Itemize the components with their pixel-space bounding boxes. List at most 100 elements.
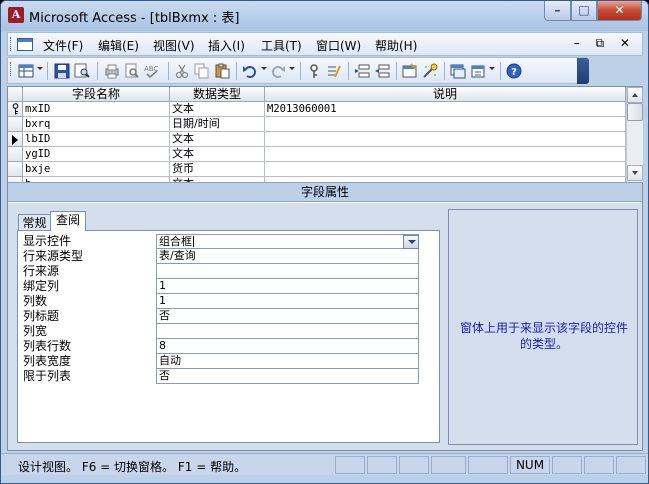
menu-edit[interactable]: 编辑(E) — [98, 37, 139, 54]
menu-view[interactable]: 视图(V) — [153, 37, 195, 54]
description-cell[interactable] — [265, 147, 626, 162]
maximize-button[interactable]: □ — [571, 1, 597, 21]
tab-lookup[interactable]: 查阅 — [50, 211, 86, 231]
table-row[interactable]: bxje 货币 — [8, 162, 626, 177]
document-window-controls[interactable]: – ⧉ ✕ — [574, 36, 636, 51]
data-type-cell[interactable]: 文本 — [170, 147, 265, 162]
properties-icon[interactable] — [402, 63, 418, 79]
property-label[interactable]: 行来源 — [23, 264, 155, 279]
row-selector[interactable] — [8, 102, 23, 117]
scroll-thumb[interactable] — [627, 103, 643, 121]
property-label[interactable]: 绑定列 — [23, 279, 155, 294]
tab-general[interactable]: 常规 — [18, 214, 51, 230]
property-label[interactable]: 限于列表 — [23, 369, 155, 384]
property-value-input[interactable]: 1 — [156, 294, 419, 309]
toolbar: ABC ? — [7, 57, 589, 84]
toolbar-options-button[interactable] — [577, 58, 589, 84]
display-control-combo[interactable]: 组合框 — [156, 234, 419, 249]
description-cell[interactable] — [265, 162, 626, 177]
text-caret — [193, 236, 194, 247]
print-icon[interactable] — [104, 63, 120, 79]
toolbar-separator — [300, 62, 301, 80]
data-type-cell[interactable]: 日期/时间 — [170, 117, 265, 132]
property-value-input[interactable] — [156, 324, 419, 339]
field-name-cell[interactable]: bxje — [23, 162, 170, 177]
cut-icon[interactable] — [174, 63, 190, 79]
field-name-cell[interactable]: bxrq — [23, 117, 170, 132]
close-button[interactable]: ✕ — [597, 1, 642, 21]
spelling-icon[interactable]: ABC — [144, 63, 160, 79]
property-label[interactable]: 列表宽度 — [23, 354, 155, 369]
table-row[interactable]: lbID 文本 — [8, 132, 626, 147]
row-selector[interactable] — [8, 162, 23, 177]
combo-dropdown-button[interactable] — [403, 235, 419, 249]
redo-dropdown-icon[interactable] — [289, 67, 295, 70]
menu-window[interactable]: 窗口(W) — [316, 37, 361, 54]
scroll-up-button[interactable] — [627, 87, 643, 103]
row-selector[interactable] — [8, 132, 23, 147]
redo-icon[interactable] — [270, 63, 286, 79]
toolbar-grip[interactable] — [10, 62, 13, 76]
property-value-input[interactable]: 否 — [156, 309, 419, 324]
grid-corner[interactable] — [8, 87, 23, 102]
description-cell[interactable]: M2013060001 — [265, 102, 626, 117]
new-object-dropdown-icon[interactable] — [489, 67, 495, 70]
view-dropdown-icon[interactable] — [37, 67, 43, 70]
save-icon[interactable] — [54, 63, 70, 79]
new-object-icon[interactable] — [470, 63, 486, 79]
toolbar-separator — [168, 62, 169, 80]
property-label[interactable]: 行来源类型 — [23, 249, 155, 264]
insert-rows-icon[interactable] — [354, 63, 370, 79]
search-icon[interactable] — [74, 63, 90, 79]
property-value-input[interactable]: 否 — [156, 369, 419, 384]
indexes-icon[interactable] — [326, 63, 342, 79]
minimize-button[interactable]: – — [544, 1, 571, 21]
description-cell[interactable] — [265, 132, 626, 147]
database-window-icon[interactable] — [450, 63, 466, 79]
property-value-input[interactable]: 1 — [156, 279, 419, 294]
menu-tools[interactable]: 工具(T) — [261, 37, 302, 54]
build-icon[interactable] — [422, 63, 438, 79]
field-name-cell[interactable]: ygID — [23, 147, 170, 162]
property-value-input[interactable]: 8 — [156, 339, 419, 354]
table-document-icon[interactable] — [17, 38, 33, 51]
description-cell[interactable] — [265, 117, 626, 132]
menu-file[interactable]: 文件(F) — [43, 37, 83, 54]
data-type-cell[interactable]: 文本 — [170, 102, 265, 117]
row-selector[interactable] — [8, 147, 23, 162]
undo-dropdown-icon[interactable] — [261, 67, 267, 70]
row-selector[interactable] — [8, 117, 23, 132]
menu-help[interactable]: 帮助(H) — [375, 37, 417, 54]
menubar-grip[interactable] — [10, 37, 13, 51]
title-bar[interactable]: A Microsoft Access - [tblBxmx : 表] – □ ✕ — [1, 1, 648, 31]
property-row: 绑定列 1 — [23, 279, 427, 294]
field-name-cell[interactable]: mxID — [23, 102, 170, 117]
menu-insert[interactable]: 插入(I) — [208, 37, 245, 54]
property-label[interactable]: 列数 — [23, 294, 155, 309]
scroll-down-button[interactable] — [627, 165, 643, 181]
view-icon[interactable] — [18, 63, 34, 79]
status-panel — [399, 456, 429, 474]
access-icon[interactable]: A — [8, 7, 24, 23]
property-label[interactable]: 列表行数 — [23, 339, 155, 354]
copy-icon[interactable] — [194, 63, 210, 79]
table-row[interactable]: mxID 文本 M2013060001 — [8, 102, 626, 117]
help-icon[interactable]: ? — [506, 63, 522, 79]
data-type-cell[interactable]: 文本 — [170, 132, 265, 147]
primary-key-icon[interactable] — [306, 63, 322, 79]
table-row[interactable]: bxrq 日期/时间 — [8, 117, 626, 132]
table-row[interactable]: ygID 文本 — [8, 147, 626, 162]
data-type-cell[interactable]: 货币 — [170, 162, 265, 177]
print-preview-icon[interactable] — [124, 63, 140, 79]
property-value-input[interactable]: 表/查询 — [156, 249, 419, 264]
undo-icon[interactable] — [242, 63, 258, 79]
grid-vertical-scrollbar[interactable] — [626, 87, 643, 182]
delete-rows-icon[interactable] — [374, 63, 390, 79]
property-value-input[interactable] — [156, 264, 419, 279]
property-label[interactable]: 列标题 — [23, 309, 155, 324]
property-value-input[interactable]: 自动 — [156, 354, 419, 369]
field-name-cell[interactable]: lbID — [23, 132, 170, 147]
property-label[interactable]: 显示控件 — [23, 234, 155, 249]
property-label[interactable]: 列宽 — [23, 324, 155, 339]
paste-icon[interactable] — [214, 63, 230, 79]
